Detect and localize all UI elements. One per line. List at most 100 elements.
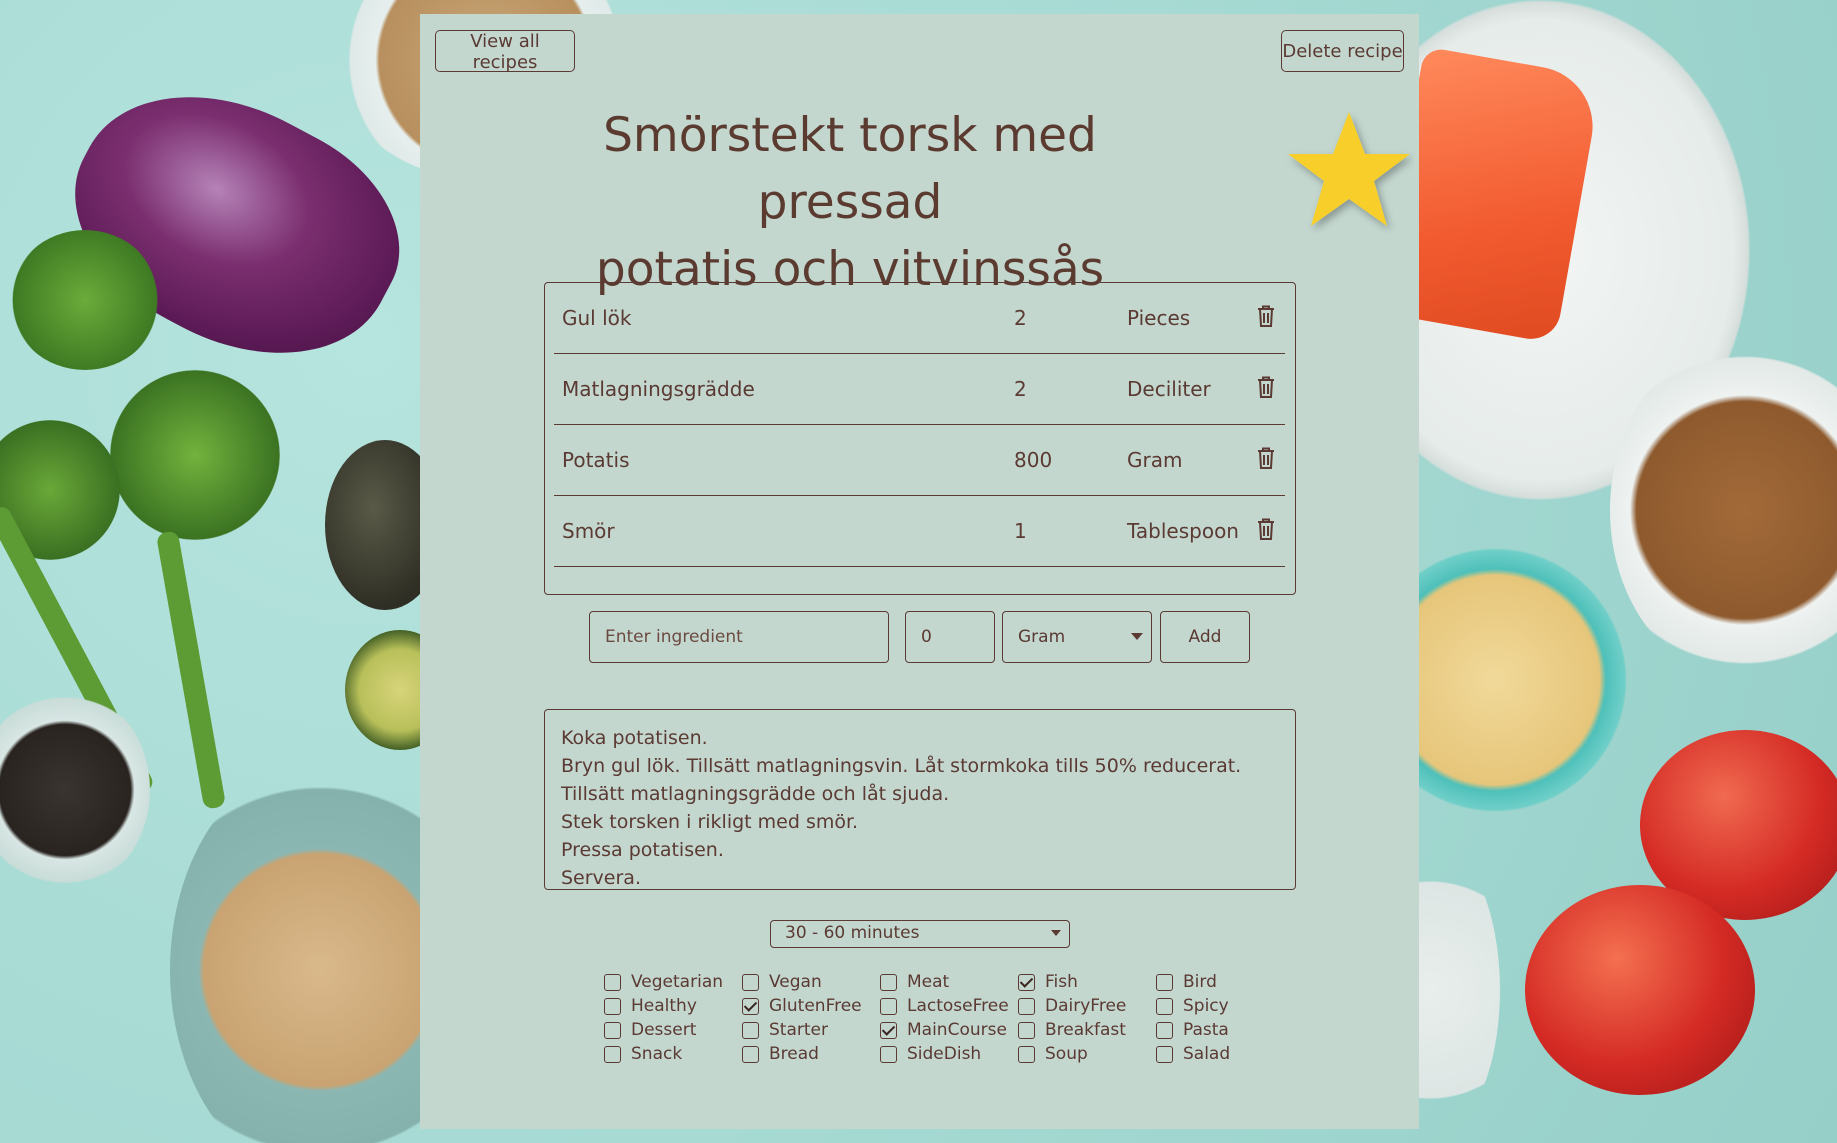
tag-label: Vegetarian bbox=[631, 972, 724, 992]
checkbox-unchecked[interactable] bbox=[1156, 1045, 1173, 1063]
tag-label: LactoseFree bbox=[907, 996, 1009, 1016]
instruction-line: Koka potatisen. bbox=[561, 727, 708, 749]
recipe-title-line-1: Smörstekt torsk med pressad bbox=[603, 108, 1097, 230]
cooking-time-value: 30 - 60 minutes bbox=[785, 923, 920, 943]
tag-label: MainCourse bbox=[907, 1020, 1007, 1040]
tag-checkbox[interactable]: Salad bbox=[1156, 1043, 1230, 1065]
checkbox-unchecked[interactable] bbox=[1018, 1045, 1035, 1063]
add-ingredient-form: Gram Add bbox=[420, 597, 1419, 663]
tag-checkbox[interactable]: Starter bbox=[742, 1019, 828, 1041]
tag-label: Bird bbox=[1183, 972, 1217, 992]
instruction-line: Pressa potatisen. bbox=[561, 839, 724, 861]
checkbox-unchecked[interactable] bbox=[742, 973, 759, 991]
tag-checkbox[interactable]: MainCourse bbox=[880, 1019, 1007, 1041]
ingredients-list: Gul lök 2 Pieces Matlagningsgrädde 2 Dec… bbox=[544, 282, 1296, 595]
view-all-recipes-button[interactable]: View all recipes bbox=[435, 30, 575, 73]
recipe-title: Smörstekt torsk med pressad potatis och … bbox=[560, 102, 1140, 303]
tag-label: Spicy bbox=[1183, 996, 1229, 1016]
ingredient-name: Smör bbox=[562, 519, 615, 543]
instruction-line: Tillsätt matlagningsgrädde och låt sjuda… bbox=[561, 783, 950, 805]
checkbox-unchecked[interactable] bbox=[742, 1045, 759, 1063]
instruction-line: Servera. bbox=[561, 867, 641, 889]
tag-label: Soup bbox=[1045, 1044, 1088, 1064]
ingredient-unit: Tablespoon bbox=[1127, 519, 1239, 543]
ingredient-input[interactable] bbox=[589, 611, 889, 663]
tag-checkbox[interactable]: LactoseFree bbox=[880, 995, 1009, 1017]
ingredient-row: Potatis 800 Gram bbox=[554, 426, 1285, 496]
checkbox-unchecked[interactable] bbox=[604, 1045, 621, 1063]
instruction-line: Bryn gul lök. Tillsätt matlagningsvin. L… bbox=[561, 755, 1242, 777]
tag-checkbox[interactable]: Healthy bbox=[604, 995, 697, 1017]
checkbox-checked[interactable] bbox=[1018, 973, 1035, 991]
cooking-time-select[interactable]: 30 - 60 minutes bbox=[770, 920, 1070, 948]
recipe-panel: View all recipes Delete recipe Smörstekt… bbox=[420, 14, 1419, 1129]
trash-icon[interactable] bbox=[1256, 446, 1276, 470]
apple-image-2 bbox=[1525, 885, 1755, 1095]
favorite-star-icon[interactable] bbox=[1284, 108, 1414, 234]
caret-down-icon bbox=[1051, 930, 1061, 936]
trash-icon[interactable] bbox=[1256, 517, 1276, 541]
tag-label: SideDish bbox=[907, 1044, 982, 1064]
ingredient-row: Matlagningsgrädde 2 Deciliter bbox=[554, 355, 1285, 425]
checkbox-unchecked[interactable] bbox=[880, 997, 897, 1015]
checkbox-unchecked[interactable] bbox=[880, 1045, 897, 1063]
checkbox-checked[interactable] bbox=[742, 997, 759, 1015]
tag-label: Snack bbox=[631, 1044, 683, 1064]
instructions-textarea[interactable]: Koka potatisen. Bryn gul lök. Tillsätt m… bbox=[544, 709, 1296, 890]
checkbox-unchecked[interactable] bbox=[1156, 973, 1173, 991]
checkbox-unchecked[interactable] bbox=[1018, 997, 1035, 1015]
trash-icon[interactable] bbox=[1256, 304, 1276, 328]
tag-label: GlutenFree bbox=[769, 996, 862, 1016]
ingredient-name: Matlagningsgrädde bbox=[562, 377, 755, 401]
tag-label: Meat bbox=[907, 972, 950, 992]
tag-checkbox[interactable]: Meat bbox=[880, 971, 949, 993]
ingredient-row: Gul lök 2 Pieces bbox=[554, 284, 1285, 354]
tag-checkbox[interactable]: Spicy bbox=[1156, 995, 1229, 1017]
tag-checkbox[interactable]: Fish bbox=[1018, 971, 1078, 993]
tag-label: Bread bbox=[769, 1044, 819, 1064]
tag-label: Salad bbox=[1183, 1044, 1231, 1064]
ingredient-unit: Deciliter bbox=[1127, 377, 1211, 401]
tag-label: Healthy bbox=[631, 996, 697, 1016]
tag-checkbox[interactable]: Bird bbox=[1156, 971, 1217, 993]
tag-checkbox[interactable]: SideDish bbox=[880, 1043, 981, 1065]
checkbox-unchecked[interactable] bbox=[1156, 997, 1173, 1015]
tag-checkbox[interactable]: Soup bbox=[1018, 1043, 1088, 1065]
instruction-line: Stek torsken i rikligt med smör. bbox=[561, 811, 859, 833]
ingredient-quantity: 2 bbox=[1014, 306, 1027, 330]
unit-select[interactable]: Gram bbox=[1002, 611, 1152, 663]
quantity-input[interactable] bbox=[905, 611, 995, 663]
tag-label: Breakfast bbox=[1045, 1020, 1126, 1040]
tag-checkbox[interactable]: Breakfast bbox=[1018, 1019, 1126, 1041]
checkbox-unchecked[interactable] bbox=[604, 973, 621, 991]
tag-checkbox[interactable]: Vegetarian bbox=[604, 971, 723, 993]
checkbox-unchecked[interactable] bbox=[604, 1021, 621, 1039]
ingredient-quantity: 2 bbox=[1014, 377, 1027, 401]
ingredient-name: Gul lök bbox=[562, 306, 632, 330]
checkbox-unchecked[interactable] bbox=[604, 997, 621, 1015]
tag-label: Pasta bbox=[1183, 1020, 1229, 1040]
unit-select-value: Gram bbox=[1018, 627, 1066, 647]
checkbox-unchecked[interactable] bbox=[880, 973, 897, 991]
add-ingredient-button[interactable]: Add bbox=[1160, 611, 1250, 663]
tag-label: Dessert bbox=[631, 1020, 697, 1040]
checkbox-checked[interactable] bbox=[880, 1021, 897, 1039]
tag-checkbox[interactable]: Dessert bbox=[604, 1019, 696, 1041]
tag-checkbox[interactable]: GlutenFree bbox=[742, 995, 862, 1017]
ingredient-quantity: 1 bbox=[1014, 519, 1027, 543]
tag-checkbox[interactable]: Bread bbox=[742, 1043, 819, 1065]
caret-down-icon bbox=[1131, 633, 1143, 640]
checkbox-unchecked[interactable] bbox=[1018, 1021, 1035, 1039]
tag-checkbox[interactable]: Snack bbox=[604, 1043, 682, 1065]
checkbox-unchecked[interactable] bbox=[742, 1021, 759, 1039]
checkbox-unchecked[interactable] bbox=[1156, 1021, 1173, 1039]
tag-label: Starter bbox=[769, 1020, 828, 1040]
tag-checkbox[interactable]: Pasta bbox=[1156, 1019, 1229, 1041]
tag-checkbox[interactable]: DairyFree bbox=[1018, 995, 1126, 1017]
ingredient-unit: Pieces bbox=[1127, 306, 1191, 330]
delete-recipe-button[interactable]: Delete recipe bbox=[1281, 30, 1404, 72]
ingredient-unit: Gram bbox=[1127, 448, 1183, 472]
ingredient-name: Potatis bbox=[562, 448, 630, 472]
trash-icon[interactable] bbox=[1256, 375, 1276, 399]
tag-checkbox[interactable]: Vegan bbox=[742, 971, 822, 993]
